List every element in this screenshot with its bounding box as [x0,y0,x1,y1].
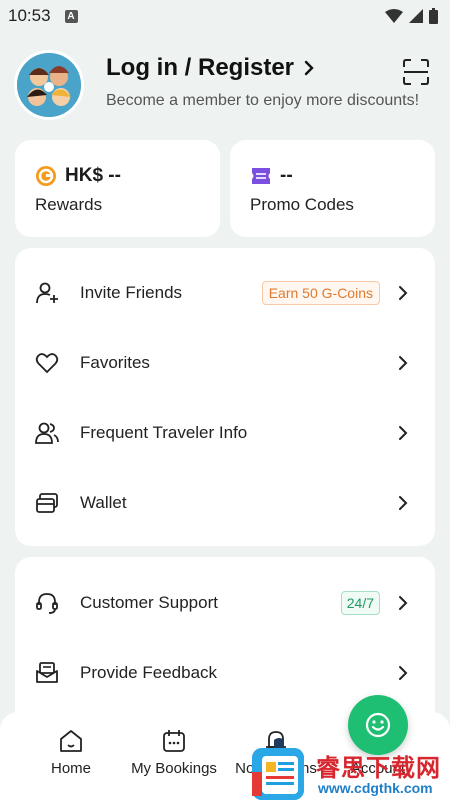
calendar-icon [163,730,185,752]
add-user-icon [36,282,58,304]
menu-label: Provide Feedback [80,663,218,682]
menu-item-invite-friends[interactable]: Invite Friends Earn 50 G-Coins [15,258,435,328]
tab-label: My Bookings [131,760,217,777]
rewards-label: Rewards [35,195,103,214]
wifi-icon [385,9,403,23]
home-icon [60,730,82,752]
signal-icon [409,9,423,23]
menu-label: Favorites [80,353,150,372]
login-title[interactable]: Log in / Register [106,54,294,82]
chevron-right-icon [399,426,408,440]
watermark: 睿思下载网 www.cdgthk.com [248,730,450,800]
rewards-card[interactable]: HK$ -- Rewards [15,140,220,237]
promo-label: Promo Codes [250,195,354,214]
coin-icon [36,166,56,186]
chevron-right-icon [399,286,408,300]
scan-icon[interactable] [402,58,430,86]
rewards-amount: HK$ -- [65,165,121,186]
status-bar: 10:53 A [0,0,450,32]
watermark-url: www.cdgthk.com [318,780,433,796]
battery-icon [429,8,438,24]
menu-item-wallet[interactable]: Wallet [15,468,435,538]
menu-item-favorites[interactable]: Favorites [15,328,435,398]
promo-codes-card[interactable]: -- Promo Codes [230,140,435,237]
users-icon [35,422,59,444]
menu-label: Wallet [80,493,127,512]
keyboard-badge-icon: A [64,9,78,23]
menu-item-customer-support[interactable]: Customer Support 24/7 [15,568,435,638]
heart-icon [35,353,59,374]
tab-home[interactable]: Home [21,728,121,777]
status-time: 10:53 [8,6,51,25]
menu-label: Invite Friends [80,283,183,302]
feedback-mail-icon [36,662,58,683]
headset-icon [36,593,58,614]
watermark-text: 睿思下载网 [316,755,441,782]
chevron-right-icon [399,666,408,680]
menu-item-frequent-traveler-info[interactable]: Frequent Traveler Info [15,398,435,468]
ticket-icon [252,168,270,184]
wallet-icon [36,493,58,513]
login-subtitle: Become a member to enjoy more discounts! [106,92,420,109]
chevron-right-icon [399,596,408,610]
tab-label: Home [50,760,91,777]
chevron-right-icon [304,60,314,76]
avatar[interactable] [14,50,84,120]
earn-coins-badge: Earn 50 G-Coins [261,281,380,305]
chevron-right-icon [399,496,408,510]
profile-header[interactable]: Log in / Register Become a member to enj… [14,50,436,122]
menu-label: Frequent Traveler Info [80,423,248,442]
chevron-right-icon [399,356,408,370]
promo-amount: -- [280,165,293,186]
support-hours-badge: 24/7 [340,591,380,615]
account-menu-card: Invite Friends Earn 50 G-Coins Favorites… [15,248,435,546]
tab-my-bookings[interactable]: My Bookings [124,728,224,777]
watermark-logo-icon [252,738,304,800]
login-register-link[interactable]: Log in / Register [106,54,314,82]
menu-label: Customer Support [80,593,218,612]
